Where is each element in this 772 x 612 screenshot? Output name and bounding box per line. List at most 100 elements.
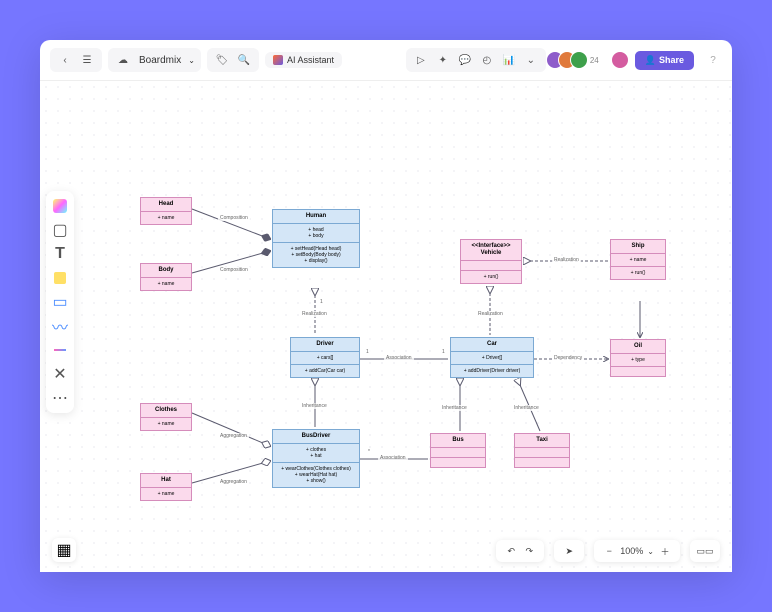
class-oil[interactable]: Oil + type <box>610 339 666 377</box>
more-icon[interactable]: ⌄ <box>522 51 540 69</box>
edge-label: Inheritance <box>300 403 329 409</box>
class-ops: + run() <box>461 270 521 283</box>
undo-button[interactable]: ↶ <box>504 544 518 558</box>
edge-label: Realization <box>476 311 505 317</box>
canvas[interactable]: ▢ T ▭ 〰 ✕ ⋯ <box>40 80 732 572</box>
multiplicity: 1 <box>318 299 325 305</box>
class-attrs: + name <box>611 253 665 266</box>
collaborator-count: 24 <box>590 56 599 65</box>
play-icon[interactable]: ▷ <box>412 51 430 69</box>
class-clothes[interactable]: Clothes + name <box>140 403 192 431</box>
minimap-button[interactable]: ▦ <box>52 538 76 562</box>
class-ops: + wearClothes(Clothes clothes) + wearHat… <box>273 462 359 487</box>
palette-ai-icon[interactable] <box>51 197 69 215</box>
palette-more-icon[interactable]: ⋯ <box>51 389 69 407</box>
menu-button[interactable]: ☰ <box>78 51 96 69</box>
edge-label: Composition <box>218 215 250 221</box>
pages-icon[interactable]: ▭▭ <box>698 544 712 558</box>
class-ops <box>431 457 485 467</box>
bottom-toolbar: ↶ ↷ ➤ − 100% ⌄ ＋ ▭▭ <box>496 540 720 562</box>
share-button[interactable]: 👤 Share <box>635 51 694 70</box>
class-driver[interactable]: Driver + cars[] + addCar(Car car) <box>290 337 360 378</box>
edge-label: Realization <box>300 311 329 317</box>
class-title: Clothes <box>141 404 191 417</box>
chart-icon[interactable]: 📊 <box>500 51 518 69</box>
class-ops: + setHead(Head head) + setBody(Body body… <box>273 242 359 267</box>
edge-label: Inheritance <box>512 405 541 411</box>
class-attrs <box>431 447 485 457</box>
back-button[interactable]: ‹ <box>56 51 74 69</box>
class-human[interactable]: Human + head + body + setHead(Head head)… <box>272 209 360 268</box>
class-title: Ship <box>611 240 665 253</box>
ai-assistant-button[interactable]: AI Assistant <box>265 52 342 68</box>
class-title: Human <box>273 210 359 223</box>
palette-pen-icon[interactable] <box>51 341 69 359</box>
chevron-down-icon[interactable]: ⌄ <box>647 547 654 556</box>
tool-palette: ▢ T ▭ 〰 ✕ ⋯ <box>46 191 74 413</box>
current-user-avatar[interactable] <box>611 51 629 69</box>
palette-text-icon[interactable]: T <box>51 245 69 263</box>
class-attrs: + type <box>611 353 665 366</box>
class-title: Car <box>451 338 533 351</box>
share-label: Share <box>659 55 684 65</box>
class-busdriver[interactable]: BusDriver + clothes + hat + wearClothes(… <box>272 429 360 488</box>
collaborator-avatars[interactable]: 24 <box>552 51 599 69</box>
edge-label: Association <box>384 355 414 361</box>
class-title: <<Interface>> Vehicle <box>461 240 521 260</box>
class-hat[interactable]: Hat + name <box>140 473 192 501</box>
multiplicity: 1 <box>440 349 447 355</box>
class-attrs: + head + body <box>273 223 359 242</box>
search-icon[interactable]: 🔍 <box>235 51 253 69</box>
edge-label: Aggregation <box>218 433 249 439</box>
class-title: BusDriver <box>273 430 359 443</box>
chevron-down-icon[interactable]: ⌄ <box>188 56 195 65</box>
sparkle-icon[interactable]: ✦ <box>434 51 452 69</box>
redo-button[interactable]: ↷ <box>522 544 536 558</box>
ai-logo-icon <box>273 55 283 65</box>
help-icon[interactable]: ? <box>704 51 722 69</box>
zoom-out-button[interactable]: − <box>602 544 616 558</box>
class-head[interactable]: Head + name <box>140 197 192 225</box>
palette-connector-icon[interactable]: 〰 <box>51 317 69 335</box>
class-attrs: + name <box>141 487 191 500</box>
edge-label: Composition <box>218 267 250 273</box>
class-bus[interactable]: Bus <box>430 433 486 468</box>
avatar[interactable] <box>570 51 588 69</box>
class-ops: + run() <box>611 266 665 279</box>
palette-frame-icon[interactable]: ▢ <box>51 221 69 239</box>
zoom-in-button[interactable]: ＋ <box>658 544 672 558</box>
class-ops <box>515 457 569 467</box>
document-name[interactable]: Boardmix <box>136 55 184 66</box>
class-title: Hat <box>141 474 191 487</box>
class-ops <box>611 366 665 376</box>
class-attrs: + name <box>141 417 191 430</box>
edge-label: Realization <box>552 257 581 263</box>
tag-icon[interactable]: 🏷 <box>213 51 231 69</box>
cloud-icon: ☁ <box>114 51 132 69</box>
class-vehicle[interactable]: <<Interface>> Vehicle + run() <box>460 239 522 284</box>
class-ops: + addDriver(Driver driver) <box>451 364 533 377</box>
class-car[interactable]: Car + Driver[] + addDriver(Driver driver… <box>450 337 534 378</box>
edge-label: Dependency <box>552 355 584 361</box>
palette-sticky-icon[interactable] <box>51 269 69 287</box>
class-title: Bus <box>431 434 485 447</box>
comment-icon[interactable]: 💬 <box>456 51 474 69</box>
pointer-icon[interactable]: ➤ <box>562 544 576 558</box>
class-taxi[interactable]: Taxi <box>514 433 570 468</box>
class-title: Taxi <box>515 434 569 447</box>
class-title: Oil <box>611 340 665 353</box>
multiplicity: 1 <box>364 349 371 355</box>
class-title: Driver <box>291 338 359 351</box>
share-icon: 👤 <box>645 55 656 66</box>
class-attrs <box>515 447 569 457</box>
palette-eraser-icon[interactable]: ✕ <box>51 365 69 383</box>
palette-shape-icon[interactable]: ▭ <box>51 293 69 311</box>
class-attrs: + clothes + hat <box>273 443 359 462</box>
class-attrs: + name <box>141 277 191 290</box>
class-title: Head <box>141 198 191 211</box>
class-body[interactable]: Body + name <box>140 263 192 291</box>
class-title: Body <box>141 264 191 277</box>
class-ship[interactable]: Ship + name + run() <box>610 239 666 280</box>
timer-icon[interactable]: ◴ <box>478 51 496 69</box>
zoom-value[interactable]: 100% <box>620 546 643 556</box>
